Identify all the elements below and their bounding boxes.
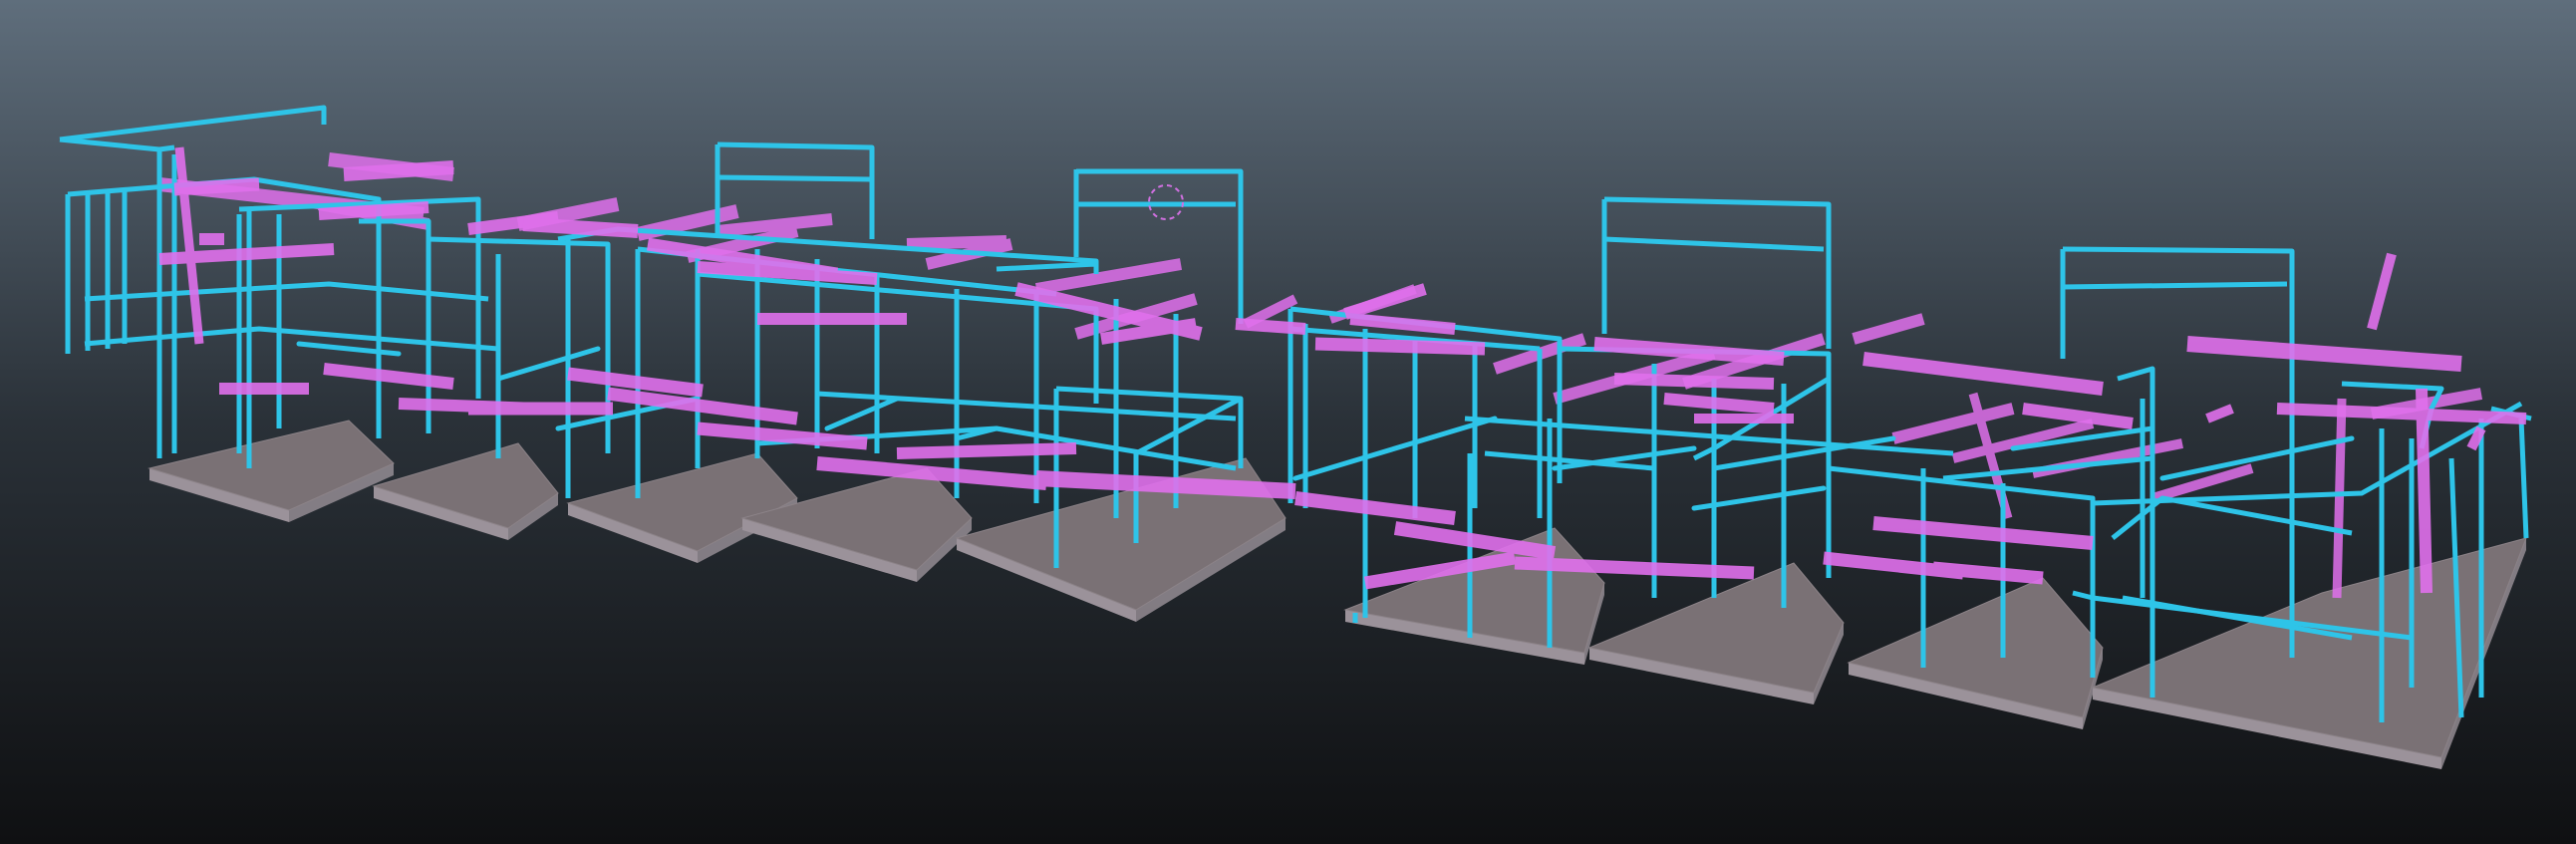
3d-viewport[interactable] [0, 0, 2576, 844]
beam [343, 160, 454, 181]
frame [2062, 281, 2288, 290]
structural-model-canvas[interactable] [0, 0, 2576, 844]
beam [522, 217, 639, 238]
beam [2416, 388, 2433, 594]
beam [1314, 337, 1486, 356]
beam [318, 201, 429, 220]
beam [896, 442, 1077, 459]
beam [1613, 373, 1775, 390]
frame [716, 174, 873, 182]
beam [2332, 398, 2347, 599]
beam [1235, 318, 1306, 335]
